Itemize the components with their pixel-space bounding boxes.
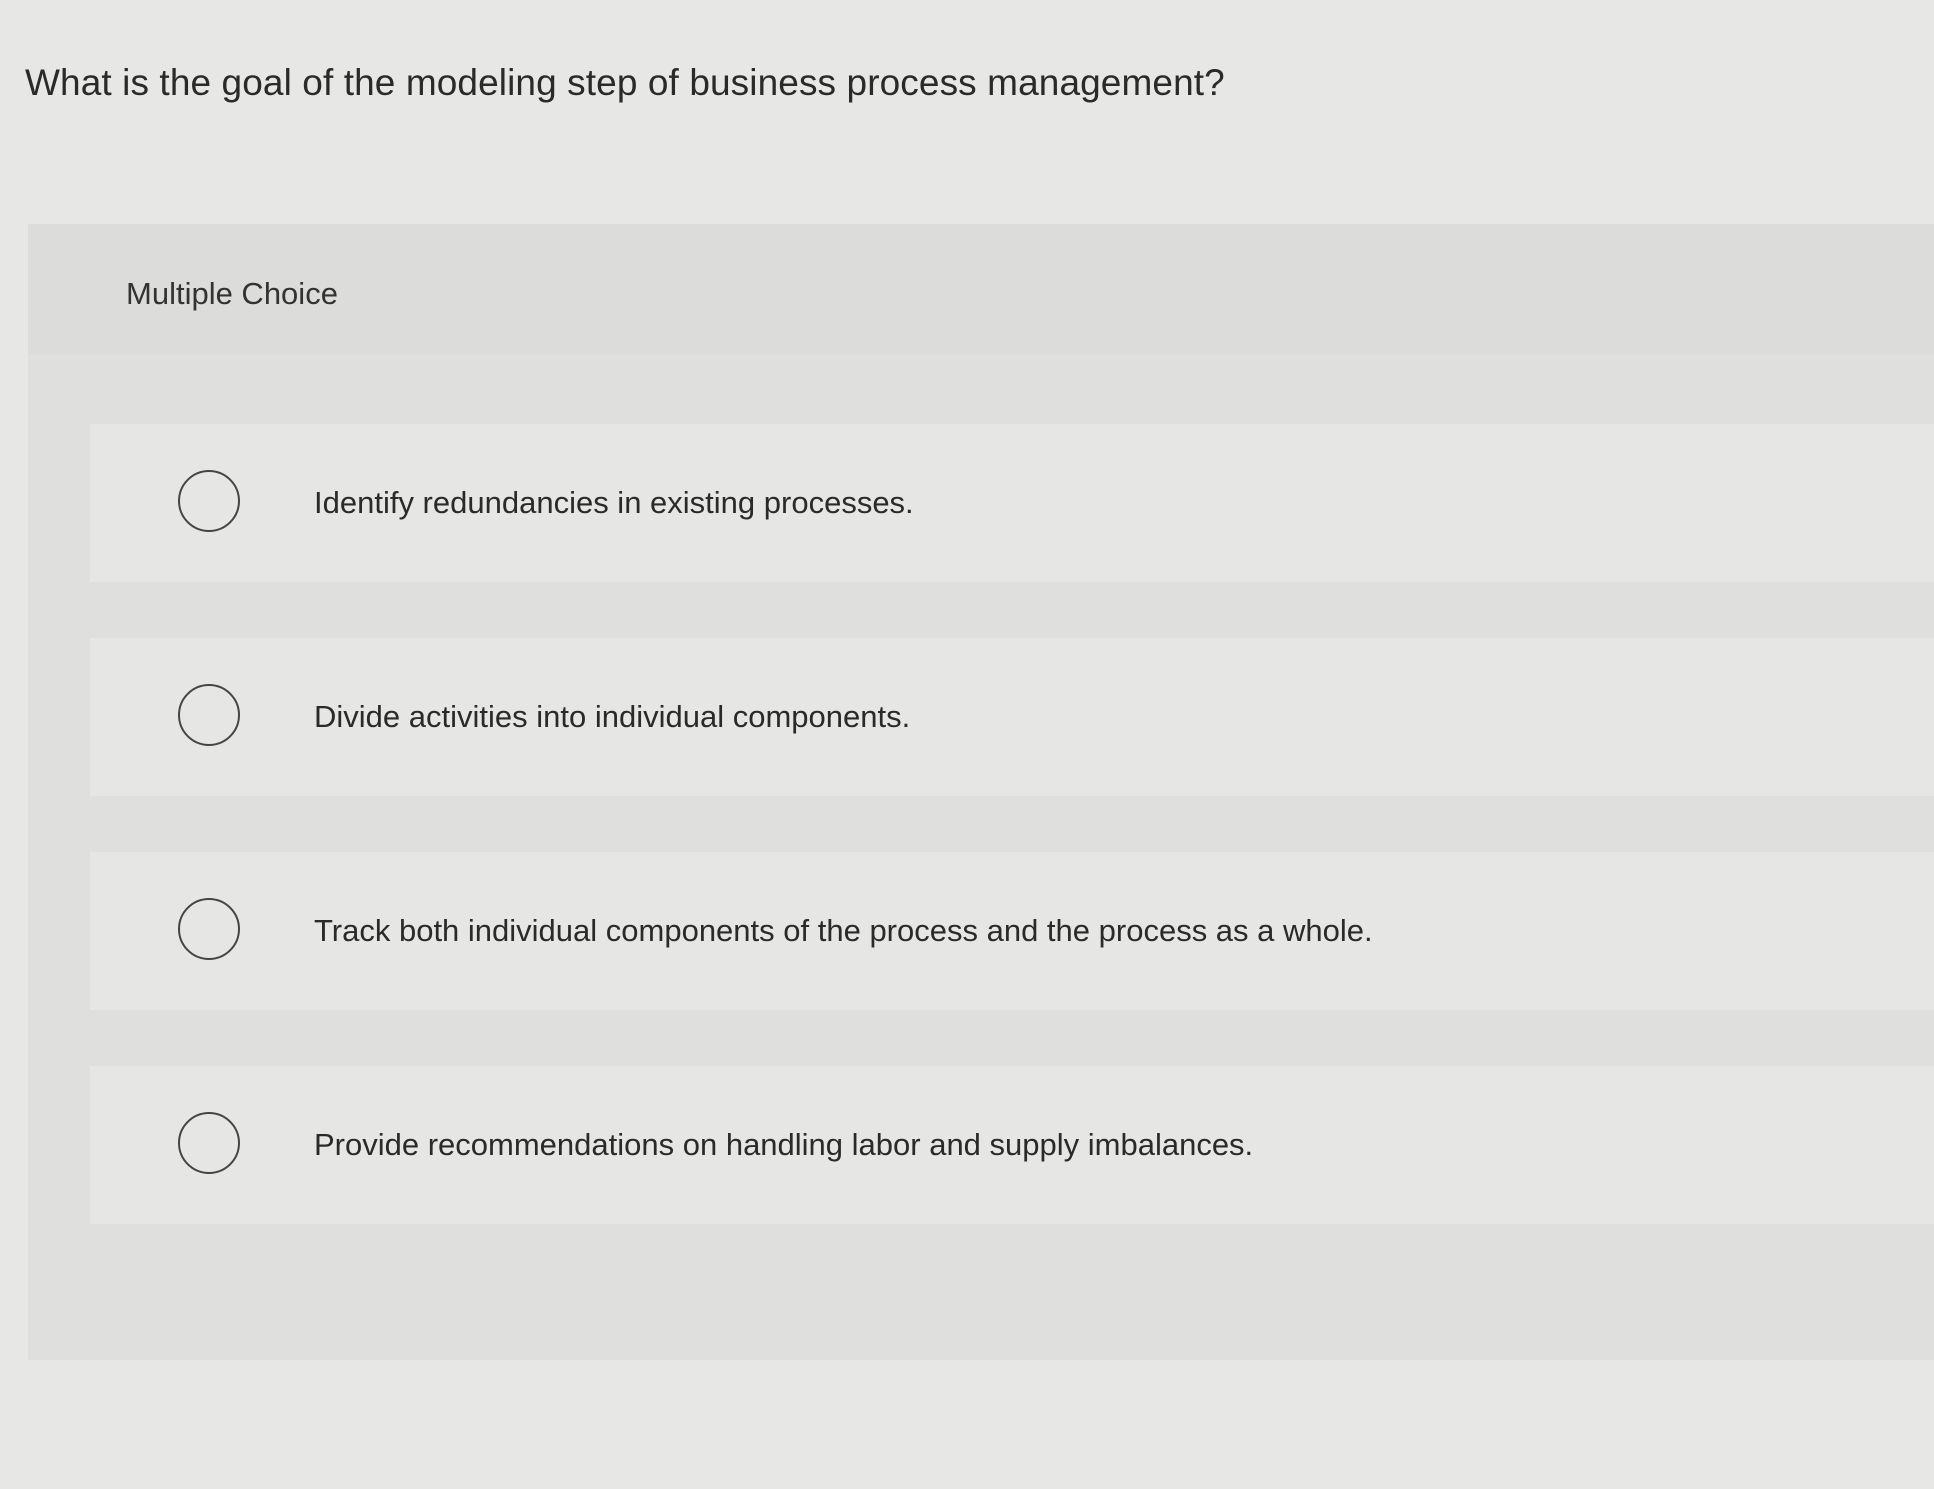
answer-option-3[interactable]: Track both individual components of the … <box>90 852 1934 1010</box>
radio-button-icon[interactable] <box>178 684 240 746</box>
answer-option-1[interactable]: Identify redundancies in existing proces… <box>90 424 1934 582</box>
answer-option-2[interactable]: Divide activities into individual compon… <box>90 638 1934 796</box>
question-text: What is the goal of the modeling step of… <box>25 62 1225 103</box>
radio-button-icon[interactable] <box>178 1112 240 1174</box>
answer-options-list: Identify redundancies in existing proces… <box>90 424 1934 1280</box>
answer-option-label: Divide activities into individual compon… <box>314 699 911 734</box>
answer-option-label: Track both individual components of the … <box>314 913 1373 948</box>
radio-button-icon[interactable] <box>178 470 240 532</box>
answer-option-label: Provide recommendations on handling labo… <box>314 1127 1254 1162</box>
multiple-choice-panel: Multiple Choice Identify redundancies in… <box>28 224 1934 1360</box>
radio-button-icon[interactable] <box>178 898 240 960</box>
panel-header: Multiple Choice <box>28 224 1934 354</box>
answer-option-label: Identify redundancies in existing proces… <box>314 485 914 520</box>
question-type-label: Multiple Choice <box>126 276 338 311</box>
answer-option-4[interactable]: Provide recommendations on handling labo… <box>90 1066 1934 1224</box>
